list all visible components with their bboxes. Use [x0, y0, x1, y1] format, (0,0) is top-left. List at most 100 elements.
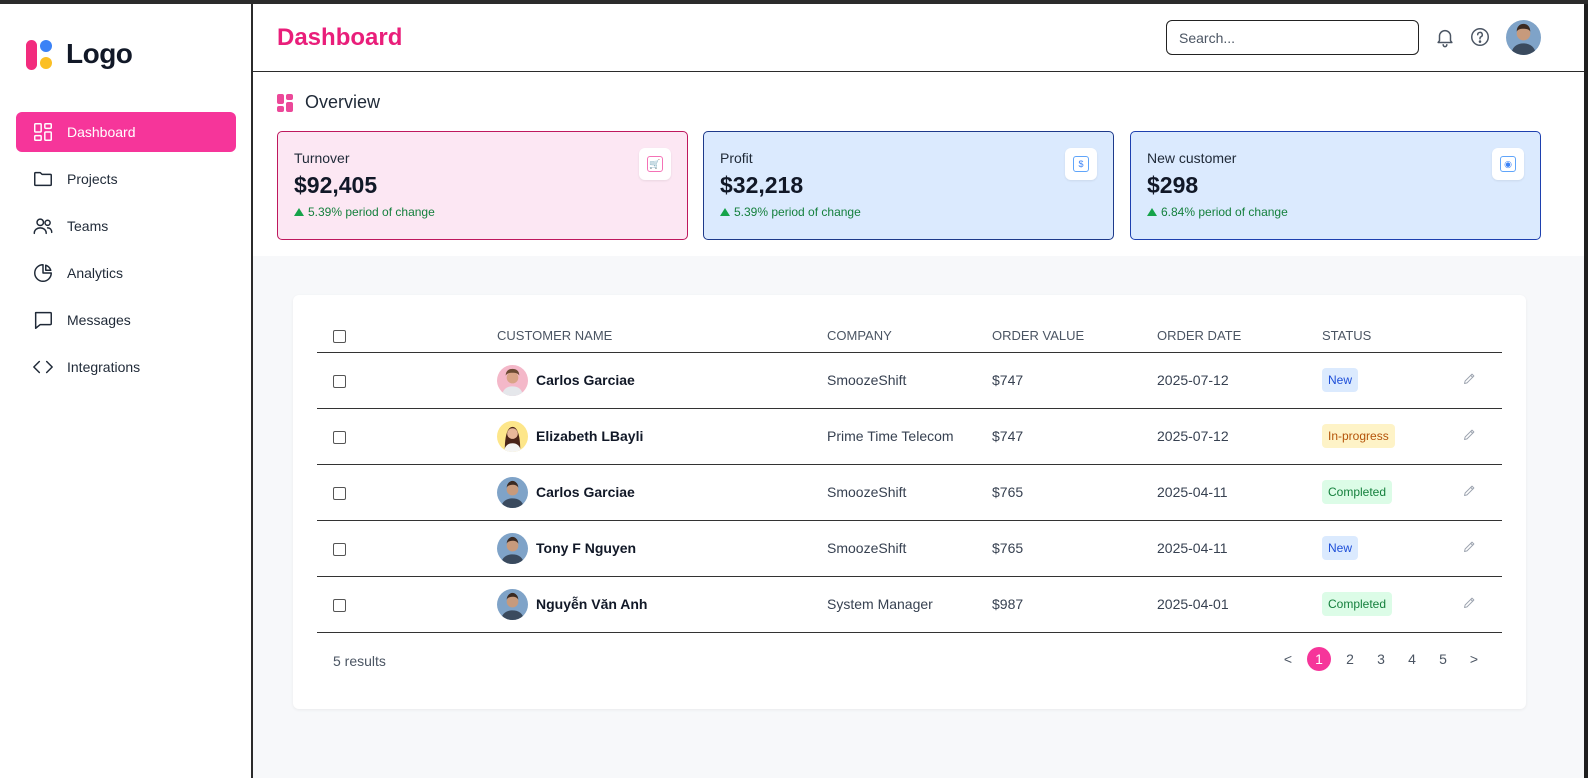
pagination: < 1 2 3 4 5 >: [1269, 647, 1486, 671]
user-avatar[interactable]: [1506, 20, 1541, 55]
pie-chart-icon: [32, 262, 54, 284]
order-date: 2025-04-11: [1157, 464, 1322, 521]
order-date: 2025-04-11: [1157, 520, 1322, 577]
orders-table-card: CUSTOMER NAME COMPANY ORDER VALUE ORDER …: [293, 295, 1526, 709]
stat-card-turnover: Turnover $92,405 5.39% period of change …: [277, 131, 688, 240]
sidebar: Logo Dashboard Projects Teams Analytics: [0, 4, 253, 778]
header-company[interactable]: COMPANY: [827, 319, 992, 353]
sidebar-item-messages[interactable]: Messages: [16, 300, 236, 340]
edit-icon[interactable]: [1462, 485, 1477, 501]
search-input[interactable]: [1166, 20, 1419, 55]
edit-icon[interactable]: [1462, 597, 1477, 613]
sidebar-item-label: Dashboard: [67, 124, 136, 140]
sidebar-item-label: Teams: [67, 218, 109, 234]
card-value: $92,405: [294, 172, 378, 198]
sidebar-item-teams[interactable]: Teams: [16, 206, 236, 246]
company: SmoozeShift: [827, 464, 992, 521]
sidebar-item-label: Messages: [67, 312, 131, 328]
card-value: $298: [1147, 172, 1199, 198]
header-status[interactable]: STATUS: [1322, 319, 1462, 353]
edit-icon[interactable]: [1462, 429, 1477, 445]
header-actions: [1462, 319, 1502, 353]
company: SmoozeShift: [827, 520, 992, 577]
logo[interactable]: Logo: [26, 38, 133, 70]
trend-up-icon: [720, 208, 730, 216]
trend-up-icon: [1147, 208, 1157, 216]
top-header: Dashboard: [253, 4, 1584, 72]
select-all-cell: [317, 319, 497, 353]
target-icon: ◉: [1492, 148, 1524, 180]
table-row: Elizabeth LBayli Prime Time Telecom $747…: [317, 408, 1502, 465]
users-icon: [32, 215, 54, 237]
card-change-text: 5.39% period of change: [734, 205, 861, 219]
customer-name: Tony F Nguyen: [536, 540, 637, 556]
table-row: Tony F Nguyen SmoozeShift $765 2025-04-1…: [317, 520, 1502, 577]
stat-card-profit: Profit $32,218 5.39% period of change $: [703, 131, 1114, 240]
card-label: Profit: [720, 150, 753, 166]
window-right-border: [1584, 4, 1588, 778]
card-change: 5.39% period of change: [720, 205, 1097, 219]
card-label: New customer: [1147, 150, 1237, 166]
table-row: Carlos Garciae SmoozeShift $747 2025-07-…: [317, 352, 1502, 409]
select-all-checkbox[interactable]: [333, 329, 346, 343]
dashboard-icon: [32, 121, 54, 143]
card-change: 5.39% period of change: [294, 205, 671, 219]
pagination-page-1[interactable]: 1: [1307, 647, 1331, 671]
logo-mark-icon: [26, 38, 58, 70]
status-badge: In-progress: [1322, 424, 1395, 448]
table-row: Carlos Garciae SmoozeShift $765 2025-04-…: [317, 464, 1502, 521]
order-value: $987: [992, 576, 1157, 633]
pagination-page-5[interactable]: 5: [1431, 647, 1455, 671]
sidebar-item-analytics[interactable]: Analytics: [16, 253, 236, 293]
pagination-prev[interactable]: <: [1276, 647, 1300, 671]
main-content: CUSTOMER NAME COMPANY ORDER VALUE ORDER …: [253, 256, 1584, 778]
card-value: $32,218: [720, 172, 804, 198]
customer-name: Nguyễn Văn Anh: [536, 596, 648, 612]
pagination-page-3[interactable]: 3: [1369, 647, 1393, 671]
edit-icon[interactable]: [1462, 373, 1477, 389]
pagination-page-2[interactable]: 2: [1338, 647, 1362, 671]
company: SmoozeShift: [827, 352, 992, 409]
row-checkbox[interactable]: [333, 430, 346, 444]
overview-title-text: Overview: [305, 92, 381, 112]
pagination-next[interactable]: >: [1462, 647, 1486, 671]
avatar: [497, 476, 528, 508]
header-order-value[interactable]: ORDER VALUE: [992, 319, 1157, 353]
avatar: [497, 588, 528, 620]
header-customer-name[interactable]: CUSTOMER NAME: [497, 319, 827, 353]
row-checkbox[interactable]: [333, 598, 346, 612]
card-change-text: 6.84% period of change: [1161, 205, 1288, 219]
sidebar-item-projects[interactable]: Projects: [16, 159, 236, 199]
dollar-icon: $: [1065, 148, 1097, 180]
sidebar-item-dashboard[interactable]: Dashboard: [16, 112, 236, 152]
overview-title: Overview: [277, 92, 380, 113]
table-row: Nguyễn Văn Anh System Manager $987 2025-…: [317, 576, 1502, 633]
order-value: $747: [992, 408, 1157, 465]
customer-name: Carlos Garciae: [536, 484, 635, 500]
trend-up-icon: [294, 208, 304, 216]
company: System Manager: [827, 576, 992, 633]
logo-text: Logo: [66, 38, 133, 69]
folder-icon: [32, 168, 54, 190]
edit-icon[interactable]: [1462, 541, 1477, 557]
order-date: 2025-07-12: [1157, 408, 1322, 465]
orders-table: CUSTOMER NAME COMPANY ORDER VALUE ORDER …: [317, 319, 1502, 633]
order-date: 2025-07-12: [1157, 352, 1322, 409]
pagination-page-4[interactable]: 4: [1400, 647, 1424, 671]
sidebar-nav: Dashboard Projects Teams Analytics Messa…: [16, 112, 236, 394]
row-checkbox[interactable]: [333, 374, 346, 388]
code-icon: [32, 356, 54, 378]
help-icon[interactable]: [1469, 26, 1491, 48]
company: Prime Time Telecom: [827, 408, 992, 465]
status-badge: New: [1322, 536, 1359, 560]
message-icon: [32, 309, 54, 331]
avatar: [497, 364, 528, 396]
bell-icon[interactable]: [1434, 26, 1456, 48]
customer-name: Elizabeth LBayli: [536, 428, 644, 444]
row-checkbox[interactable]: [333, 542, 346, 556]
row-checkbox[interactable]: [333, 486, 346, 500]
header-order-date[interactable]: ORDER DATE: [1157, 319, 1322, 353]
order-value: $765: [992, 520, 1157, 577]
grid-icon: [277, 93, 295, 112]
sidebar-item-integrations[interactable]: Integrations: [16, 347, 236, 387]
